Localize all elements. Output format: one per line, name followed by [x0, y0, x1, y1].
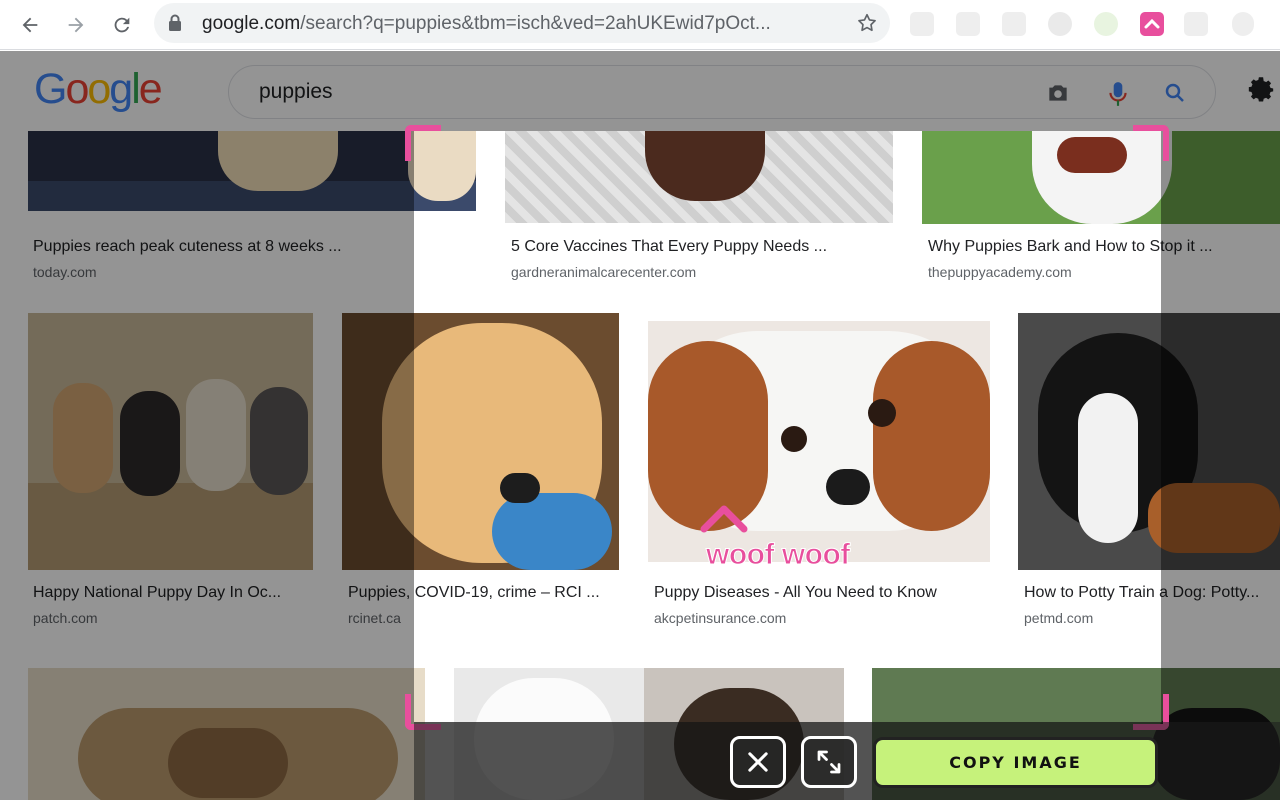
- copy-image-button[interactable]: COPY IMAGE: [873, 737, 1158, 788]
- dim-overlay: [1161, 131, 1280, 800]
- generic-extension-icon[interactable]: [910, 12, 934, 36]
- image-shape: [500, 473, 540, 503]
- expand-button[interactable]: [801, 736, 857, 788]
- annotation-text[interactable]: woof woof: [706, 538, 851, 572]
- image-shape: [492, 493, 612, 570]
- generic-extension-icon[interactable]: [1002, 12, 1026, 36]
- reload-button[interactable]: [106, 9, 138, 41]
- url-text: google.com/search?q=puppies&tbm=isch&ved…: [202, 13, 771, 35]
- result-source: petmd.com: [1024, 610, 1094, 626]
- back-arrow-icon: [22, 17, 38, 33]
- crop-handle-top-left[interactable]: [405, 125, 441, 161]
- result-title[interactable]: 5 Core Vaccines That Every Puppy Needs .…: [511, 238, 891, 256]
- close-icon: [748, 752, 768, 772]
- url-path: /search?q=puppies&tbm=isch&ved=2ahUKEwid…: [300, 13, 771, 34]
- image-shape: [826, 469, 870, 505]
- crop-handle-top-right[interactable]: [1133, 125, 1169, 161]
- generic-extension-icon[interactable]: [1094, 12, 1118, 36]
- result-source: akcpetinsurance.com: [654, 610, 787, 626]
- forward-button[interactable]: [60, 9, 92, 41]
- address-bar[interactable]: google.com/search?q=puppies&tbm=isch&ved…: [154, 3, 890, 43]
- lock-icon: [169, 14, 181, 31]
- dim-overlay: [0, 131, 414, 800]
- annotation-caret-icon: [700, 505, 748, 533]
- image-shape: [781, 426, 807, 452]
- image-shape: [868, 399, 896, 427]
- expand-icon: [817, 750, 841, 774]
- image-shape: [873, 341, 990, 531]
- image-shape: [1078, 393, 1138, 543]
- reload-icon: [114, 17, 130, 33]
- browser-toolbar: google.com/search?q=puppies&tbm=isch&ved…: [0, 0, 1280, 50]
- dim-overlay: [0, 51, 1280, 131]
- chevron-up-icon: [1144, 18, 1160, 29]
- close-button[interactable]: [730, 736, 786, 788]
- puzzle-extension-icon[interactable]: [1184, 12, 1208, 36]
- image-shape: [1057, 137, 1127, 173]
- bookmark-star-icon[interactable]: [856, 12, 878, 34]
- url-host: google.com: [202, 13, 301, 34]
- result-image[interactable]: [505, 131, 893, 223]
- forward-arrow-icon: [68, 17, 84, 33]
- profile-avatar[interactable]: [1232, 12, 1254, 36]
- pink-extension-icon[interactable]: [1140, 12, 1164, 36]
- result-source: gardneranimalcarecenter.com: [511, 264, 697, 280]
- back-button[interactable]: [14, 9, 46, 41]
- generic-extension-icon[interactable]: [1048, 12, 1072, 36]
- generic-extension-icon[interactable]: [956, 12, 980, 36]
- result-source: thepuppyacademy.com: [928, 264, 1072, 280]
- result-title[interactable]: Puppy Diseases - All You Need to Know: [654, 584, 994, 602]
